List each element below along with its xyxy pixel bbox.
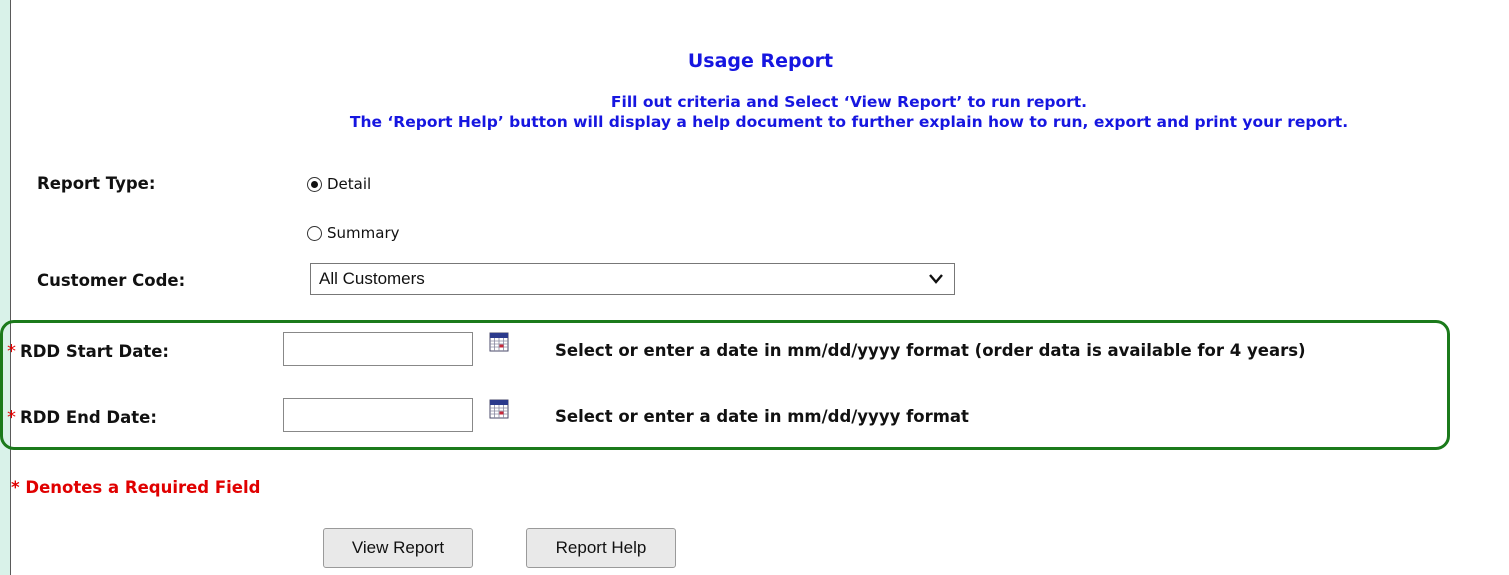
rdd-start-hint: Select or enter a date in mm/dd/yyyy for… <box>555 341 1306 360</box>
radio-detail-button[interactable] <box>307 176 322 192</box>
radio-summary-label[interactable]: Summary <box>327 224 400 242</box>
customer-code-value[interactable]: All Customers <box>319 269 425 289</box>
rdd-end-label: * RDD End Date: <box>7 407 157 428</box>
required-marker: * <box>7 341 16 362</box>
instruction-line-2: The ‘Report Help’ button will display a … <box>349 113 1349 131</box>
report-help-button[interactable]: Report Help <box>526 528 676 568</box>
page-title: Usage Report <box>687 50 834 72</box>
radio-detail-label[interactable]: Detail <box>327 175 371 193</box>
rdd-end-input[interactable] <box>283 398 473 432</box>
customer-code-label: Customer Code: <box>37 271 186 290</box>
view-report-button[interactable]: View Report <box>323 528 473 568</box>
calendar-icon[interactable] <box>489 399 509 419</box>
report-panel: Usage Report Fill out criteria and Selec… <box>0 0 1509 575</box>
radio-summary[interactable]: Summary <box>307 224 400 242</box>
chevron-down-icon[interactable] <box>928 269 944 289</box>
radio-detail[interactable]: Detail <box>307 175 371 193</box>
required-field-note: * Denotes a Required Field <box>11 478 261 497</box>
rdd-end-hint: Select or enter a date in mm/dd/yyyy for… <box>555 407 969 426</box>
instruction-line-1: Fill out criteria and Select ‘View Repor… <box>610 93 1088 111</box>
calendar-icon[interactable] <box>489 332 509 352</box>
report-type-label: Report Type: <box>37 174 156 193</box>
required-marker: * <box>7 407 16 428</box>
radio-summary-button[interactable] <box>307 225 322 241</box>
rdd-end-label-text: RDD End Date: <box>20 408 157 427</box>
rdd-start-label: * RDD Start Date: <box>7 341 169 362</box>
date-fields-highlight <box>0 320 1450 450</box>
rdd-start-label-text: RDD Start Date: <box>20 342 170 361</box>
rdd-start-input[interactable] <box>283 332 473 366</box>
customer-code-select[interactable]: All Customers <box>310 263 955 295</box>
